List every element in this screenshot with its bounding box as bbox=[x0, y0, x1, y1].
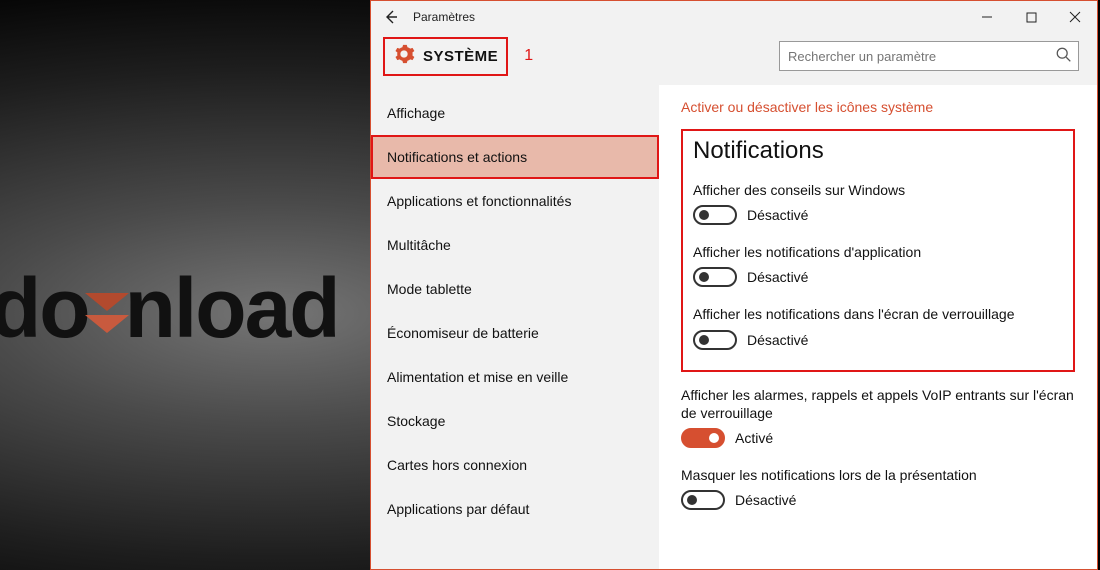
toggle-label: Masquer les notifications lors de la pré… bbox=[681, 466, 1075, 484]
toggle-app-notifications: Afficher les notifications d'application… bbox=[693, 243, 1063, 287]
sidebar-item-multitasking[interactable]: Multitâche bbox=[371, 223, 659, 267]
back-button[interactable] bbox=[377, 3, 405, 31]
sidebar-item-default-apps[interactable]: Applications par défaut bbox=[371, 487, 659, 531]
sidebar-item-label: Stockage bbox=[387, 413, 445, 429]
close-icon bbox=[1069, 11, 1081, 23]
sidebar-item-label: Cartes hors connexion bbox=[387, 457, 527, 473]
toggle-state: Désactivé bbox=[747, 269, 808, 285]
toggle-state: Désactivé bbox=[747, 207, 808, 223]
sidebar-item-label: Applications et fonctionnalités bbox=[387, 193, 571, 209]
sidebar-item-power-sleep[interactable]: Alimentation et mise en veille bbox=[371, 355, 659, 399]
annotation-step-1: 1 bbox=[524, 47, 533, 65]
toggle-label: Afficher les notifications dans l'écran … bbox=[693, 305, 1063, 323]
titlebar: Paramètres bbox=[371, 1, 1097, 33]
download-chevrons-icon bbox=[85, 293, 129, 337]
system-icons-link[interactable]: Activer ou désactiver les icônes système bbox=[681, 99, 1075, 115]
toggle-state: Désactivé bbox=[747, 332, 808, 348]
sidebar-item-battery-saver[interactable]: Économiseur de batterie bbox=[371, 311, 659, 355]
minimize-button[interactable] bbox=[965, 1, 1009, 33]
toggle-switch-tips[interactable] bbox=[693, 205, 737, 225]
bg-text-right: nload bbox=[125, 260, 339, 357]
toggle-tips: Afficher des conseils sur Windows Désact… bbox=[693, 181, 1063, 225]
minimize-icon bbox=[981, 11, 993, 23]
sidebar-item-offline-maps[interactable]: Cartes hors connexion bbox=[371, 443, 659, 487]
back-arrow-icon bbox=[383, 9, 399, 25]
toggle-switch-alarms[interactable] bbox=[681, 428, 725, 448]
toggle-state: Désactivé bbox=[735, 492, 796, 508]
sidebar-item-label: Économiseur de batterie bbox=[387, 325, 539, 341]
sidebar-item-label: Mode tablette bbox=[387, 281, 472, 297]
sidebar-item-apps-features[interactable]: Applications et fonctionnalités bbox=[371, 179, 659, 223]
toggle-switch-presentation[interactable] bbox=[681, 490, 725, 510]
maximize-button[interactable] bbox=[1009, 1, 1053, 33]
bg-text-left: do bbox=[0, 260, 89, 357]
window-title: Paramètres bbox=[413, 10, 475, 24]
gear-icon bbox=[393, 43, 415, 70]
close-button[interactable] bbox=[1053, 1, 1097, 33]
sidebar-item-display[interactable]: Affichage bbox=[371, 91, 659, 135]
maximize-icon bbox=[1026, 12, 1037, 23]
search-icon bbox=[1055, 46, 1073, 69]
sidebar-item-notifications[interactable]: Notifications et actions 2 bbox=[371, 135, 659, 179]
sidebar-item-label: Applications par défaut bbox=[387, 501, 529, 517]
sidebar-item-label: Affichage bbox=[387, 105, 445, 121]
toggle-lockscreen-notifications: Afficher les notifications dans l'écran … bbox=[693, 305, 1063, 349]
sidebar-item-tablet-mode[interactable]: Mode tablette bbox=[371, 267, 659, 311]
sidebar-item-storage[interactable]: Stockage bbox=[371, 399, 659, 443]
search-container bbox=[779, 41, 1079, 71]
notifications-heading: Notifications bbox=[693, 137, 1063, 165]
search-input[interactable] bbox=[779, 41, 1079, 71]
toggle-switch-lockscreen[interactable] bbox=[693, 330, 737, 350]
sidebar-item-label: Alimentation et mise en veille bbox=[387, 369, 568, 385]
window-controls bbox=[965, 1, 1097, 33]
section-name: SYSTÈME bbox=[423, 48, 498, 65]
settings-window: Paramètres SYSTÈME 1 bbox=[370, 0, 1098, 570]
toggle-switch-app-notifications[interactable] bbox=[693, 267, 737, 287]
toggle-label: Afficher les alarmes, rappels et appels … bbox=[681, 386, 1075, 422]
header: SYSTÈME 1 bbox=[371, 33, 1097, 85]
content-pane: 3 Activer ou désactiver les icônes systè… bbox=[659, 85, 1097, 569]
sidebar-item-label: Notifications et actions bbox=[387, 149, 527, 165]
toggle-label: Afficher des conseils sur Windows bbox=[693, 181, 1063, 199]
toggle-label: Afficher les notifications d'application bbox=[693, 243, 1063, 261]
sidebar-item-label: Multitâche bbox=[387, 237, 451, 253]
system-heading: SYSTÈME bbox=[383, 37, 508, 76]
body: Affichage Notifications et actions 2 App… bbox=[371, 85, 1097, 569]
highlighted-group: Notifications Afficher des conseils sur … bbox=[681, 129, 1075, 372]
toggle-alarms-voip: Afficher les alarmes, rappels et appels … bbox=[681, 386, 1075, 448]
background-watermark: do nload bbox=[0, 260, 339, 357]
sidebar: Affichage Notifications et actions 2 App… bbox=[371, 85, 659, 569]
toggle-hide-presentation: Masquer les notifications lors de la pré… bbox=[681, 466, 1075, 510]
toggle-state: Activé bbox=[735, 430, 773, 446]
